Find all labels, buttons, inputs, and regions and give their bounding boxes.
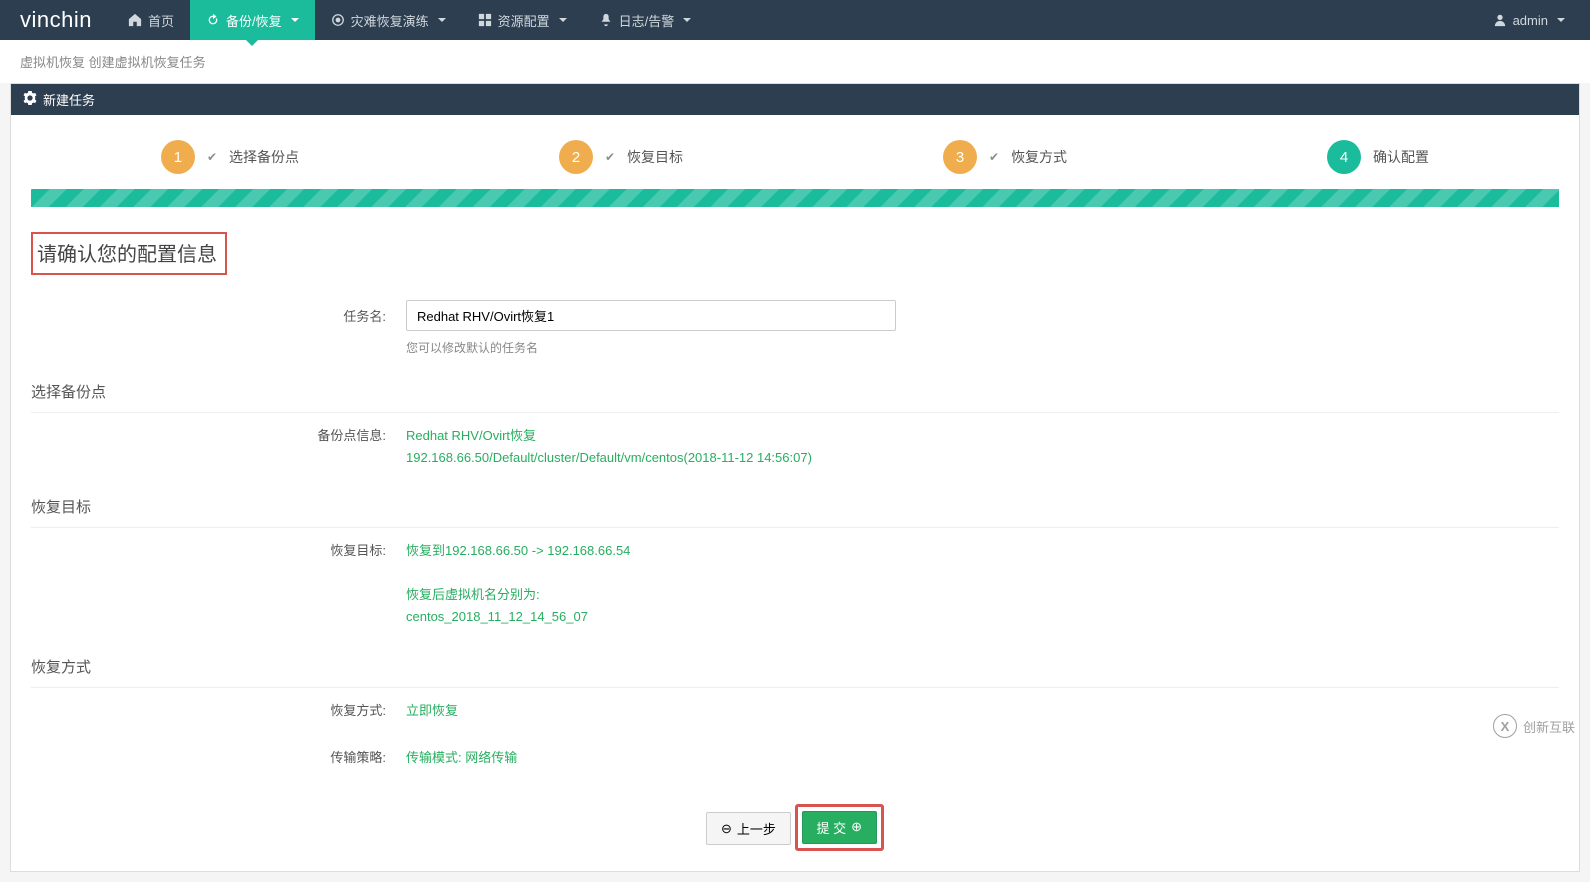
gear-icon <box>23 91 37 108</box>
restore-method-value: 立即恢复 <box>406 700 458 722</box>
breadcrumb: 虚拟机恢复 创建虚拟机恢复任务 <box>0 40 1590 83</box>
user-icon <box>1493 13 1507 27</box>
submit-button-label: 提 交 <box>817 818 847 837</box>
restore-target-label: 恢复目标: <box>31 540 406 628</box>
restore-method-row: 恢复方式: 立即恢复 <box>31 700 1559 722</box>
panel-header: 新建任务 <box>11 84 1579 115</box>
main-panel: 新建任务 1 ✔ 选择备份点 2 ✔ 恢复目标 3 ✔ 恢复方式 4 确认配置 <box>10 83 1580 872</box>
step-4-circle: 4 <box>1327 140 1361 174</box>
nav-drill-label: 灾难恢复演练 <box>351 11 429 30</box>
nav-home-label: 首页 <box>148 11 174 30</box>
prev-button-label: 上一步 <box>737 819 776 838</box>
nav-home[interactable]: 首页 <box>112 0 190 40</box>
wizard-stepper: 1 ✔ 选择备份点 2 ✔ 恢复目标 3 ✔ 恢复方式 4 确认配置 <box>31 140 1559 174</box>
user-name: admin <box>1513 13 1548 28</box>
backup-info-value: Redhat RHV/Ovirt恢复 192.168.66.50/Default… <box>406 425 812 469</box>
nav-log[interactable]: 日志/告警 <box>583 0 708 40</box>
step-2[interactable]: 2 ✔ 恢复目标 <box>559 140 683 174</box>
navbar-left: vinchin 首页 备份/恢复 灾难恢复演练 资源配置 <box>0 0 707 40</box>
submit-highlight-box: 提 交 ⊕ <box>795 804 885 851</box>
step-4[interactable]: 4 确认配置 <box>1327 140 1429 174</box>
nav-log-label: 日志/告警 <box>619 11 675 30</box>
step-2-circle: 2 <box>559 140 593 174</box>
chevron-down-icon <box>291 18 299 22</box>
panel-body: 1 ✔ 选择备份点 2 ✔ 恢复目标 3 ✔ 恢复方式 4 确认配置 请确认您的… <box>11 115 1579 871</box>
step-1[interactable]: 1 ✔ 选择备份点 <box>161 140 299 174</box>
prev-button[interactable]: ⊖ 上一步 <box>706 812 791 845</box>
step-1-circle: 1 <box>161 140 195 174</box>
transfer-label: 传输策略: <box>31 747 406 769</box>
restore-target-line2: 恢复后虚拟机名分别为: <box>406 584 630 606</box>
watermark-text: 创新互联 <box>1523 717 1575 736</box>
restore-target-value: 恢复到192.168.66.50 -> 192.168.66.54 恢复后虚拟机… <box>406 540 630 628</box>
backup-info-line2: 192.168.66.50/Default/cluster/Default/vm… <box>406 447 812 469</box>
transfer-row: 传输策略: 传输模式: 网络传输 <box>31 747 1559 769</box>
chevron-down-icon <box>1557 18 1565 22</box>
restore-method-label: 恢复方式: <box>31 700 406 722</box>
step-3-circle: 3 <box>943 140 977 174</box>
arrow-right-icon: ⊕ <box>851 819 862 835</box>
step-2-label: 恢复目标 <box>627 147 683 167</box>
check-icon: ✔ <box>207 150 217 164</box>
task-name-input[interactable] <box>406 300 896 331</box>
grid-icon <box>478 13 492 27</box>
backup-info-line1: Redhat RHV/Ovirt恢复 <box>406 425 812 447</box>
nav-resource[interactable]: 资源配置 <box>462 0 583 40</box>
section-backup-point: 选择备份点 <box>31 366 1559 413</box>
refresh-icon <box>206 13 220 27</box>
nav-drill[interactable]: 灾难恢复演练 <box>315 0 462 40</box>
chevron-down-icon <box>438 18 446 22</box>
section-restore-method: 恢复方式 <box>31 641 1559 688</box>
top-navbar: vinchin 首页 备份/恢复 灾难恢复演练 资源配置 <box>0 0 1590 40</box>
task-name-row: 任务名: 您可以修改默认的任务名 <box>31 300 1559 356</box>
restore-target-row: 恢复目标: 恢复到192.168.66.50 -> 192.168.66.54 … <box>31 540 1559 628</box>
watermark-logo-icon: X <box>1493 714 1517 738</box>
arrow-left-icon: ⊖ <box>721 821 732 837</box>
button-row: ⊖ 上一步 提 交 ⊕ <box>31 804 1559 851</box>
nav-resource-label: 资源配置 <box>498 11 550 30</box>
submit-button[interactable]: 提 交 ⊕ <box>802 811 878 844</box>
panel-title: 新建任务 <box>43 90 95 109</box>
bell-icon <box>599 13 613 27</box>
step-3-label: 恢复方式 <box>1011 147 1067 167</box>
nav-backup-label: 备份/恢复 <box>226 11 282 30</box>
watermark: X 创新互联 <box>1493 714 1575 738</box>
restore-target-line3: centos_2018_11_12_14_56_07 <box>406 606 630 628</box>
restore-target-line1: 恢复到192.168.66.50 -> 192.168.66.54 <box>406 540 630 562</box>
step-3[interactable]: 3 ✔ 恢复方式 <box>943 140 1067 174</box>
confirm-heading: 请确认您的配置信息 <box>31 232 227 275</box>
backup-info-row: 备份点信息: Redhat RHV/Ovirt恢复 192.168.66.50/… <box>31 425 1559 469</box>
check-icon: ✔ <box>605 150 615 164</box>
backup-info-label: 备份点信息: <box>31 425 406 469</box>
step-4-label: 确认配置 <box>1373 147 1429 167</box>
section-restore-target: 恢复目标 <box>31 481 1559 528</box>
home-icon <box>128 13 142 27</box>
task-name-label: 任务名: <box>31 300 406 356</box>
task-name-help: 您可以修改默认的任务名 <box>406 339 896 356</box>
check-icon: ✔ <box>989 150 999 164</box>
transfer-value: 传输模式: 网络传输 <box>406 747 517 769</box>
user-menu[interactable]: admin <box>1483 0 1575 40</box>
progress-stripe <box>31 189 1559 207</box>
nav-menu: 首页 备份/恢复 灾难恢复演练 资源配置 日志/告警 <box>112 0 707 40</box>
step-1-label: 选择备份点 <box>229 147 299 167</box>
nav-backup-restore[interactable]: 备份/恢复 <box>190 0 315 40</box>
brand-logo[interactable]: vinchin <box>0 7 112 33</box>
target-icon <box>331 13 345 27</box>
chevron-down-icon <box>683 18 691 22</box>
chevron-down-icon <box>559 18 567 22</box>
